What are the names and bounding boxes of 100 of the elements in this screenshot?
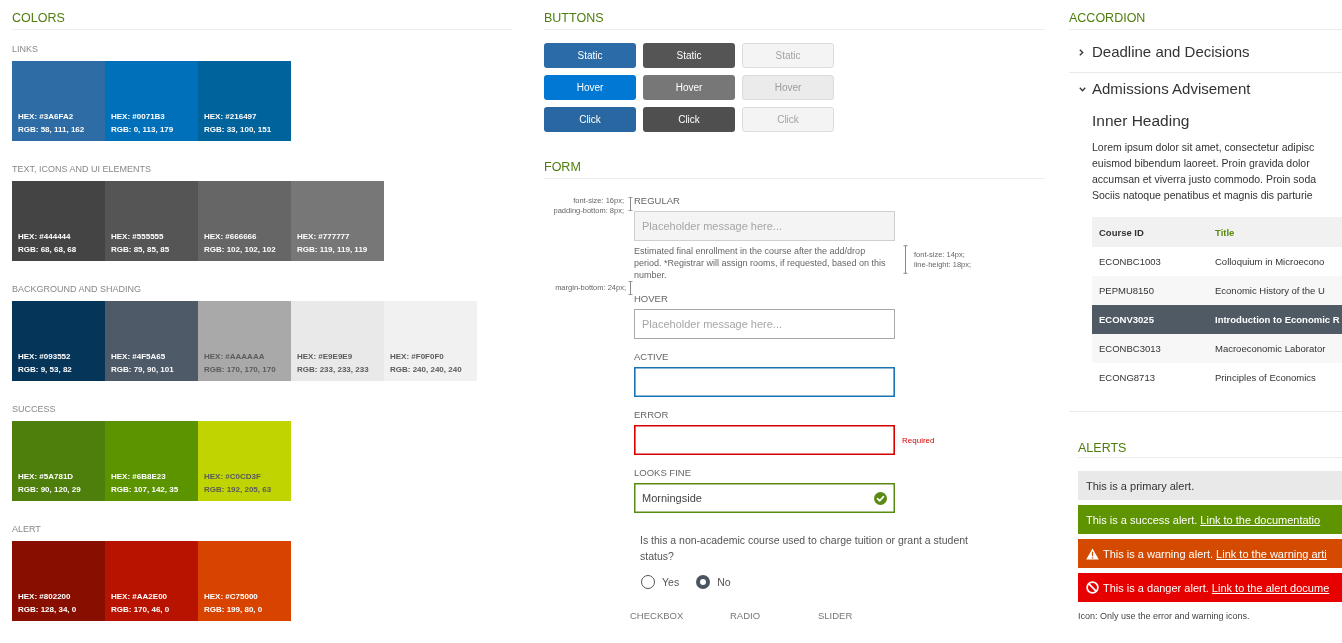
table-cell[interactable]: ECONBC1003 bbox=[1092, 247, 1208, 276]
hex-value: HEX: #E9E9E9 bbox=[297, 351, 353, 363]
alert-message: This is a success alert. Link to the documentatio bbox=[1086, 513, 1321, 526]
hex-value: HEX: #555555 bbox=[111, 231, 164, 243]
hex-value: HEX: #C0CD3F bbox=[204, 471, 261, 483]
control-heading: CHECKBOX bbox=[630, 610, 684, 622]
hex-value: HEX: #093552 bbox=[18, 351, 71, 363]
hex-value: HEX: #C75000 bbox=[204, 591, 258, 603]
field-label: REGULAR bbox=[634, 196, 680, 208]
rgb-value: RGB: 233, 233, 233 bbox=[297, 364, 369, 376]
text-field[interactable] bbox=[634, 367, 895, 397]
section-heading: ALERTS bbox=[1078, 441, 1127, 455]
section-heading: BUTTONS bbox=[544, 11, 604, 25]
ban-icon bbox=[1086, 581, 1099, 594]
accordion-header[interactable]: Deadline and Decisions bbox=[1069, 36, 1342, 72]
warning-icon bbox=[1086, 547, 1099, 560]
help-text: Estimated final enrollment in the course after the add/drop period. *Registrar will assign rooms, if requested, based on this number. bbox=[634, 245, 887, 281]
hex-value: HEX: #AAAAAA bbox=[204, 351, 265, 363]
secondary-button[interactable]: Click bbox=[643, 107, 735, 132]
field-label: HOVER bbox=[634, 294, 668, 306]
question-text: Is this a non-academic course used to charge tuition or grant a student status? bbox=[640, 533, 970, 564]
rgb-value: RGB: 33, 100, 151 bbox=[204, 124, 272, 136]
rgb-value: RGB: 199, 80, 0 bbox=[204, 604, 263, 616]
body-paragraph: Lorem ipsum dolor sit amet, consectetur adipisc euismod bibendum laoreet. Proin gravida dolor accumsan et viverra justo commodo. Proin soda Sociis natoque penatibus et magnis dis parturie bbox=[1092, 140, 1317, 203]
radio-button[interactable] bbox=[641, 575, 655, 589]
hex-value: HEX: #444444 bbox=[18, 231, 71, 243]
chevron-down-icon bbox=[1079, 86, 1086, 92]
rgb-value: RGB: 119, 119, 119 bbox=[297, 244, 368, 256]
section-heading: FORM bbox=[544, 160, 581, 174]
group-label: SUCCESS bbox=[12, 403, 56, 415]
rgb-value: RGB: 192, 205, 63 bbox=[204, 484, 272, 496]
hex-value: HEX: #F0F0F0 bbox=[390, 351, 444, 363]
field-label: LOOKS FINE bbox=[634, 468, 691, 480]
dimension-line-icon bbox=[627, 281, 633, 295]
table-cell[interactable]: PEPMU8150 bbox=[1092, 276, 1208, 305]
primary-button[interactable]: Hover bbox=[544, 75, 636, 100]
primary-button[interactable]: Static bbox=[544, 43, 636, 68]
error-message: Required bbox=[902, 435, 935, 445]
text-field[interactable]: Morningside bbox=[634, 483, 895, 513]
alert-link[interactable]: Link to the alert docume bbox=[1211, 581, 1330, 594]
column-header[interactable]: Title bbox=[1208, 217, 1342, 247]
control-heading: SLIDER bbox=[818, 610, 853, 622]
rgb-value: RGB: 79, 90, 101 bbox=[111, 364, 174, 376]
dimension-line-icon bbox=[627, 197, 633, 211]
rgb-value: RGB: 0, 113, 179 bbox=[111, 124, 174, 136]
hex-value: HEX: #4F5A65 bbox=[111, 351, 166, 363]
rgb-value: RGB: 9, 53, 82 bbox=[18, 364, 72, 376]
table-cell[interactable]: Macroeconomic Laborator bbox=[1208, 334, 1342, 363]
hex-value: HEX: #666666 bbox=[204, 231, 257, 243]
secondary-button[interactable]: Static bbox=[643, 43, 735, 68]
text-field[interactable] bbox=[634, 425, 895, 455]
rgb-value: RGB: 85, 85, 85 bbox=[111, 244, 170, 256]
table-cell[interactable]: Economic History of the U bbox=[1208, 276, 1342, 305]
hex-value: HEX: #777777 bbox=[297, 231, 350, 243]
rgb-value: RGB: 90, 120, 29 bbox=[18, 484, 81, 496]
radio-label: Yes bbox=[662, 576, 680, 588]
alert-note: Icon: Only use the error and warning icons. bbox=[1078, 610, 1250, 622]
hex-value: HEX: #AA2E00 bbox=[111, 591, 168, 603]
hex-value: HEX: #0071B3 bbox=[111, 111, 165, 123]
column-header[interactable]: Course ID bbox=[1092, 217, 1208, 247]
secondary-button[interactable]: Hover bbox=[643, 75, 735, 100]
alert-link[interactable]: Link to the warning arti bbox=[1216, 547, 1327, 560]
section-heading: COLORS bbox=[12, 11, 65, 25]
rgb-value: RGB: 170, 170, 170 bbox=[204, 364, 276, 376]
hex-value: HEX: #6B8E23 bbox=[111, 471, 166, 483]
rgb-value: RGB: 240, 240, 240 bbox=[390, 364, 462, 376]
table-cell[interactable]: ECONBC3013 bbox=[1092, 334, 1208, 363]
hex-value: HEX: #802200 bbox=[18, 591, 71, 603]
group-label: LINKS bbox=[12, 43, 38, 55]
table-cell[interactable]: ECONV3025 bbox=[1092, 305, 1208, 334]
rgb-value: RGB: 170, 46, 0 bbox=[111, 604, 170, 616]
chevron-right-icon bbox=[1079, 48, 1084, 56]
hex-value: HEX: #216497 bbox=[204, 111, 257, 123]
table-cell[interactable]: Colloquium in Microecono bbox=[1208, 247, 1342, 276]
rgb-value: RGB: 58, 111, 162 bbox=[18, 124, 85, 136]
rgb-value: RGB: 102, 102, 102 bbox=[204, 244, 276, 256]
group-label: TEXT, ICONS AND UI ELEMENTS bbox=[12, 163, 152, 175]
primary-button[interactable]: Click bbox=[544, 107, 636, 132]
rgb-value: RGB: 128, 34, 0 bbox=[18, 604, 77, 616]
check-circle-icon bbox=[874, 491, 887, 505]
hex-value: HEX: #3A6FA2 bbox=[18, 111, 74, 123]
rgb-value: RGB: 107, 142, 35 bbox=[111, 484, 179, 496]
rgb-value: RGB: 68, 68, 68 bbox=[18, 244, 77, 256]
text-field[interactable]: Placeholder message here... bbox=[634, 309, 895, 339]
inner-heading: Inner Heading bbox=[1092, 112, 1190, 130]
radio-button[interactable] bbox=[696, 575, 711, 589]
field-label: ERROR bbox=[634, 410, 669, 422]
accordion-header[interactable]: Admissions Advisement bbox=[1069, 73, 1342, 109]
alert-message: This is a danger alert. Link to the alert docume bbox=[1103, 581, 1330, 594]
group-label: ALERT bbox=[12, 523, 41, 535]
section-heading: ACCORDION bbox=[1069, 11, 1146, 25]
group-label: BACKGROUND AND SHADING bbox=[12, 283, 142, 295]
alert-link[interactable]: Link to the documentatio bbox=[1200, 513, 1321, 526]
alert-message: This is a warning alert. Link to the warning arti bbox=[1103, 547, 1327, 560]
hex-value: HEX: #5A781D bbox=[18, 471, 74, 483]
alert-message: This is a primary alert. bbox=[1086, 479, 1195, 492]
control-heading: RADIO bbox=[730, 610, 761, 622]
dimension-line-icon bbox=[903, 245, 908, 274]
radio-label: No bbox=[717, 576, 731, 588]
table-cell[interactable]: Introduction to Economic R bbox=[1208, 305, 1342, 334]
